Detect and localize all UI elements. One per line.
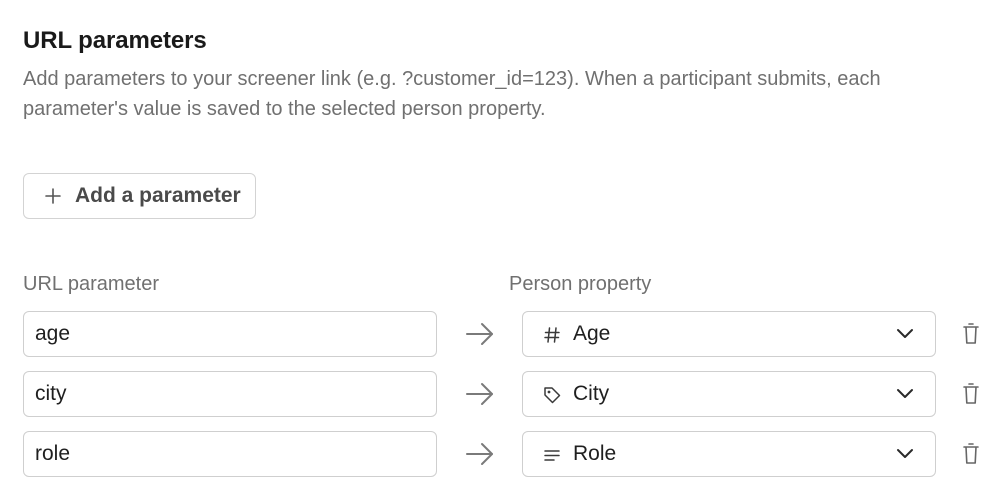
trash-icon[interactable] xyxy=(962,322,980,346)
hash-icon xyxy=(541,324,563,346)
arrow-right-icon xyxy=(466,323,493,345)
url-parameter-input[interactable] xyxy=(23,311,437,357)
chevron-down-icon xyxy=(897,329,913,338)
person-property-select[interactable]: City xyxy=(522,371,936,417)
selected-property-value: City xyxy=(573,382,610,405)
lines-icon xyxy=(541,444,563,466)
url-parameter-column-label: URL parameter xyxy=(23,273,159,295)
arrow-right-icon xyxy=(466,443,493,465)
person-property-select[interactable]: Role xyxy=(522,431,936,477)
person-property-select[interactable]: Age xyxy=(522,311,936,357)
selected-property-value: Role xyxy=(573,442,617,465)
url-parameter-input[interactable] xyxy=(23,371,437,417)
section-description: Add parameters to your screener link (e.… xyxy=(23,68,881,120)
section-title: URL parameters xyxy=(23,27,207,54)
parameter-row: Role xyxy=(23,431,983,479)
selected-property-value: Age xyxy=(573,322,611,345)
url-parameters-section: URL parameters Add parameters to your sc… xyxy=(23,24,983,124)
trash-icon[interactable] xyxy=(962,442,980,466)
person-property-column-label: Person property xyxy=(509,273,652,295)
parameter-row: City xyxy=(23,371,983,419)
arrow-right-icon xyxy=(466,383,493,405)
add-parameter-label: Add a parameter xyxy=(75,184,241,207)
plus-icon xyxy=(44,187,62,205)
trash-icon[interactable] xyxy=(962,382,980,406)
parameter-row: Age xyxy=(23,311,983,359)
tag-icon xyxy=(541,384,563,406)
url-parameter-input[interactable] xyxy=(23,431,437,477)
chevron-down-icon xyxy=(897,449,913,458)
chevron-down-icon xyxy=(897,389,913,398)
add-parameter-button[interactable]: Add a parameter xyxy=(23,173,256,219)
